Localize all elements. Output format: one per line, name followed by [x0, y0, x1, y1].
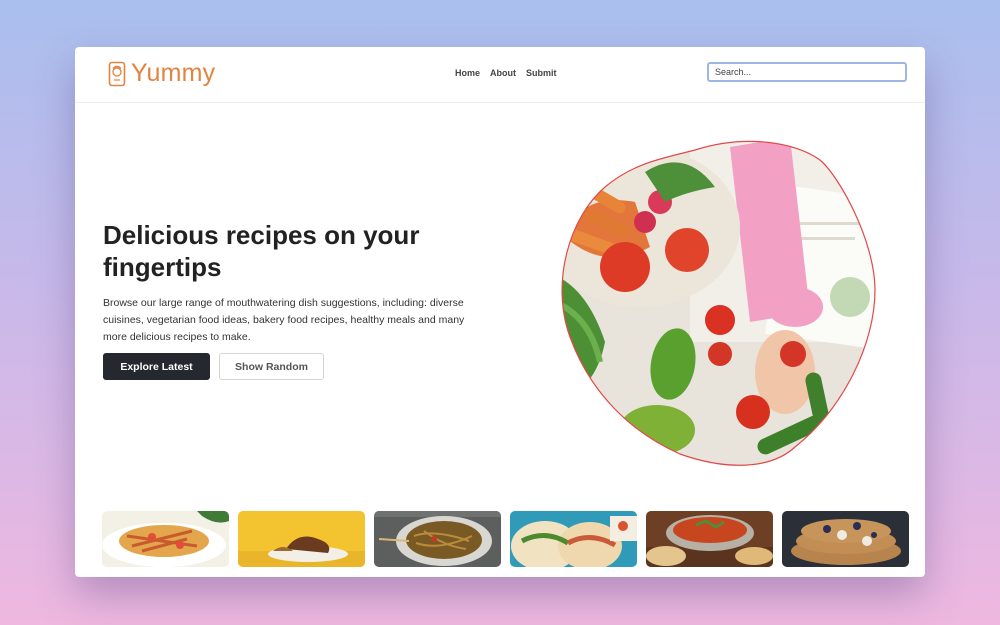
pancakes-thumbnail[interactable]	[782, 511, 909, 567]
nav-home-link[interactable]: Home	[455, 68, 480, 78]
navbar: Yummy Home About Submit	[75, 47, 925, 103]
browser-window: Yummy Home About Submit Delicious recipe…	[75, 47, 925, 577]
papaya-salad-thumbnail[interactable]	[102, 511, 229, 567]
tacos-thumbnail[interactable]	[510, 511, 637, 567]
curry-thumbnail[interactable]	[646, 511, 773, 567]
logo[interactable]: Yummy	[108, 59, 215, 88]
nav-about-link[interactable]: About	[490, 68, 516, 78]
nav-submit-link[interactable]: Submit	[526, 68, 557, 78]
show-random-button[interactable]: Show Random	[219, 353, 324, 380]
search-input[interactable]	[707, 62, 907, 82]
hero-description: Browse our large range of mouthwatering …	[103, 297, 465, 343]
sandwich-thumbnail[interactable]	[238, 511, 365, 567]
chef-phone-icon	[108, 61, 126, 87]
hero-title: Delicious recipes on your fingertips	[103, 220, 420, 282]
logo-text: Yummy	[131, 59, 216, 87]
hero-image	[545, 132, 885, 482]
nav-links: Home About Submit	[455, 68, 557, 78]
recipe-thumbnails	[102, 511, 909, 567]
noodles-thumbnail[interactable]	[374, 511, 501, 567]
explore-latest-button[interactable]: Explore Latest	[103, 353, 210, 380]
